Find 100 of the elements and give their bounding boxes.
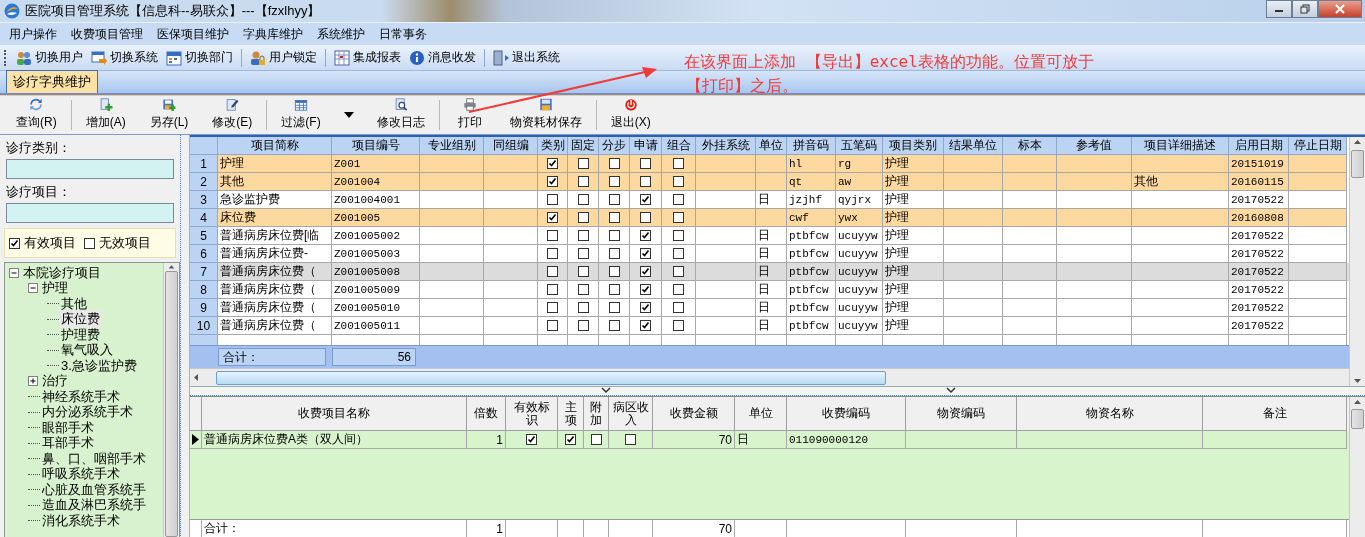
column-header[interactable]: 项目简称 [218,137,332,155]
scroll-left-icon[interactable] [192,373,200,382]
toolbar-button[interactable]: 切换用户 [13,47,86,68]
tree-item[interactable]: 床位费 [60,310,101,329]
column-header[interactable]: 项目类别 [883,137,944,155]
scrollbar-thumb[interactable] [216,370,886,385]
checkbox[interactable] [577,212,589,223]
checkbox[interactable] [673,248,684,259]
checkbox[interactable] [608,158,620,169]
checkbox[interactable] [84,237,95,249]
vertical-scrollbar[interactable] [1349,137,1365,386]
column-header[interactable]: 启用日期 [1229,137,1289,155]
checkbox[interactable] [640,302,651,313]
toolbar-button[interactable]: 集成报表 [331,47,404,68]
tree-item[interactable]: 本院诊疗项目 [22,263,102,282]
scroll-down-icon[interactable] [1353,376,1362,386]
checkbox[interactable] [640,248,651,259]
checkbox[interactable] [547,230,558,241]
scroll-up-icon[interactable] [1353,137,1362,147]
checkbox[interactable] [640,230,651,241]
input-field[interactable] [6,159,174,179]
checkbox[interactable] [673,284,684,295]
toolbar-button[interactable]: 退出(X) [598,96,663,134]
toolbar-button[interactable]: 另存(L) [137,96,201,134]
checkbox[interactable] [526,434,537,445]
caret-icon[interactable] [342,111,355,119]
checkbox[interactable] [640,266,651,277]
checkbox[interactable] [608,266,620,277]
chevron-down-icon[interactable] [945,387,957,394]
restore-button[interactable] [1292,0,1318,18]
checkbox[interactable] [608,194,620,205]
scrollbar-thumb[interactable] [1351,150,1364,178]
checkbox[interactable] [577,158,589,169]
checkbox[interactable] [608,176,620,187]
column-header[interactable]: 类别 [538,137,568,155]
minimize-button[interactable] [1266,0,1292,18]
checkbox[interactable] [673,266,684,277]
horizontal-scrollbar[interactable] [190,368,1349,386]
menu-item[interactable]: 日常事务 [372,25,434,43]
column-header[interactable]: 分步 [599,137,630,155]
column-header[interactable]: 主项 [558,397,584,431]
column-header[interactable]: 备注 [1203,397,1347,431]
tab[interactable]: 诊疗字典维护 [6,70,98,93]
checkbox[interactable] [673,302,684,313]
toolbar-button[interactable]: 切换部门 [163,47,236,68]
column-header[interactable]: 同组编 [484,137,538,155]
checkbox[interactable] [673,320,684,331]
checkbox[interactable] [547,212,558,223]
column-header[interactable]: 结果单位 [944,137,1003,155]
checkbox[interactable] [547,248,558,259]
checkbox[interactable] [547,194,558,205]
column-header[interactable]: 单位 [756,137,787,155]
checkbox[interactable] [547,302,558,313]
checkbox[interactable] [577,194,589,205]
column-header[interactable]: 外挂系统 [696,137,756,155]
checkbox[interactable] [608,284,620,295]
collapse-icon[interactable] [28,283,38,294]
checkbox[interactable] [673,158,684,169]
checkbox[interactable] [590,434,602,445]
menu-item[interactable]: 系统维护 [310,25,372,43]
checkbox[interactable] [673,230,684,241]
checkbox[interactable] [547,158,558,169]
toolbar-button[interactable]: 退出系统 [490,47,563,68]
checkbox[interactable] [673,194,684,205]
column-header[interactable]: 五笔码 [836,137,883,155]
column-header[interactable]: 单位 [735,397,787,431]
checkbox[interactable] [9,237,20,249]
toolbar-button[interactable]: 消息收发 [406,47,479,68]
checkbox[interactable] [673,176,684,187]
column-header[interactable]: 物资名称 [1017,397,1203,431]
column-header[interactable]: 有效标识 [506,397,558,431]
checkbox[interactable] [577,248,589,259]
checkbox[interactable] [577,230,589,241]
checkbox[interactable] [547,176,558,187]
checkbox[interactable] [547,284,558,295]
column-header[interactable]: 停止日期 [1289,137,1347,155]
column-header[interactable]: 项目编号 [332,137,420,155]
checkbox[interactable] [608,320,620,331]
checkbox[interactable] [608,230,620,241]
menu-item[interactable]: 字典库维护 [236,25,310,43]
menu-item[interactable]: 用户操作 [2,25,64,43]
column-header[interactable]: 组合 [662,137,696,155]
vertical-scrollbar[interactable] [163,263,179,537]
close-button[interactable] [1318,0,1362,18]
column-header[interactable]: 项目详细描述 [1132,137,1229,155]
checkbox[interactable] [577,284,589,295]
toolbar-button[interactable]: 切换系统 [88,47,161,68]
toolbar-button[interactable]: 查询(R) [4,96,69,134]
column-header[interactable]: 物资编码 [906,397,1017,431]
checkbox[interactable] [673,212,684,223]
column-header[interactable]: 标本 [1003,137,1057,155]
scrollbar-thumb[interactable] [1351,409,1364,429]
collapse-icon[interactable] [9,267,19,278]
expand-icon[interactable] [28,376,38,387]
vertical-scrollbar[interactable] [1349,397,1365,537]
checkbox[interactable] [577,176,589,187]
chevron-down-icon[interactable] [600,387,612,394]
checkbox[interactable] [577,266,589,277]
checkbox[interactable] [640,284,651,295]
checkbox[interactable] [640,194,651,205]
